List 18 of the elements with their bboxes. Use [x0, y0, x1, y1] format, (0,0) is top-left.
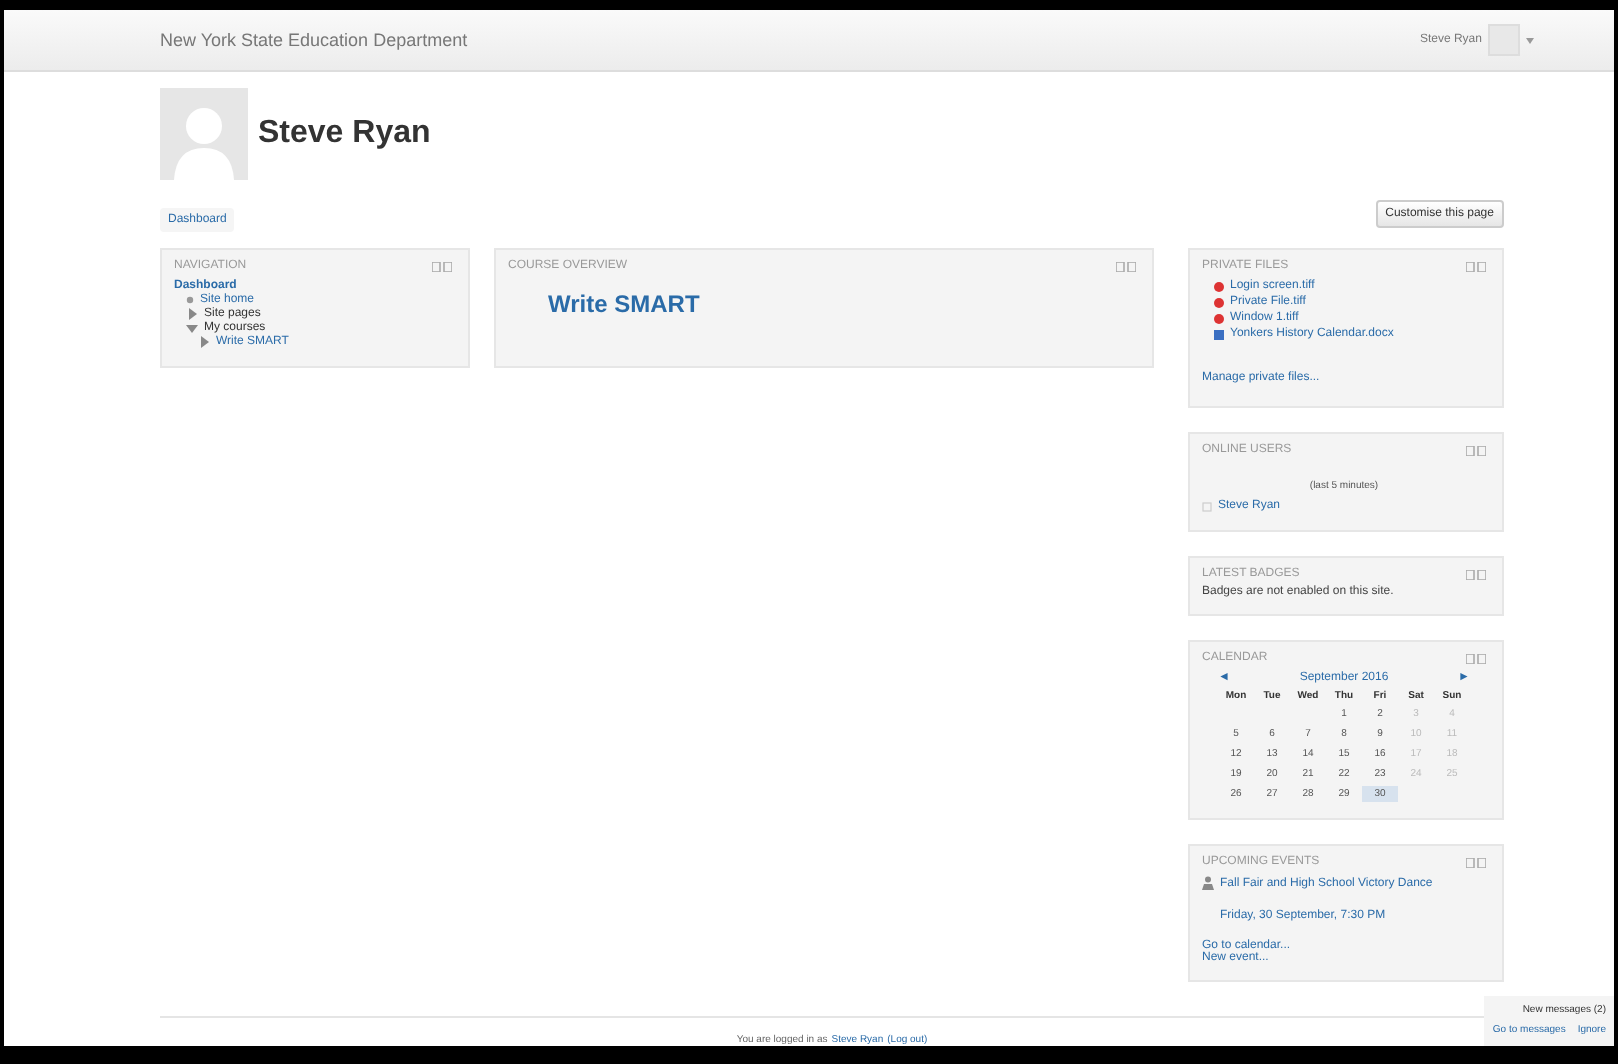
move-icon[interactable]: [1466, 445, 1486, 455]
site-name[interactable]: New York State Education Department: [160, 30, 468, 50]
bullet-icon: [186, 296, 194, 304]
move-icon[interactable]: [1466, 261, 1486, 271]
caret-down-icon[interactable]: [186, 322, 198, 334]
caret-icon[interactable]: [1526, 37, 1534, 43]
caret-right-icon[interactable]: [186, 308, 198, 320]
move-icon[interactable]: [1466, 857, 1486, 867]
move-icon[interactable]: [432, 261, 452, 271]
person-icon: [1202, 876, 1214, 890]
avatar-placeholder[interactable]: [1488, 24, 1520, 56]
caret-right-icon[interactable]: [198, 336, 210, 348]
move-icon[interactable]: [1466, 569, 1486, 579]
profile-name: Steve Ryan: [258, 116, 431, 152]
move-icon[interactable]: [1116, 261, 1136, 271]
move-icon[interactable]: [1466, 653, 1486, 663]
document-file-icon: [1214, 329, 1224, 339]
course-link[interactable]: Write SMART: [548, 290, 700, 318]
